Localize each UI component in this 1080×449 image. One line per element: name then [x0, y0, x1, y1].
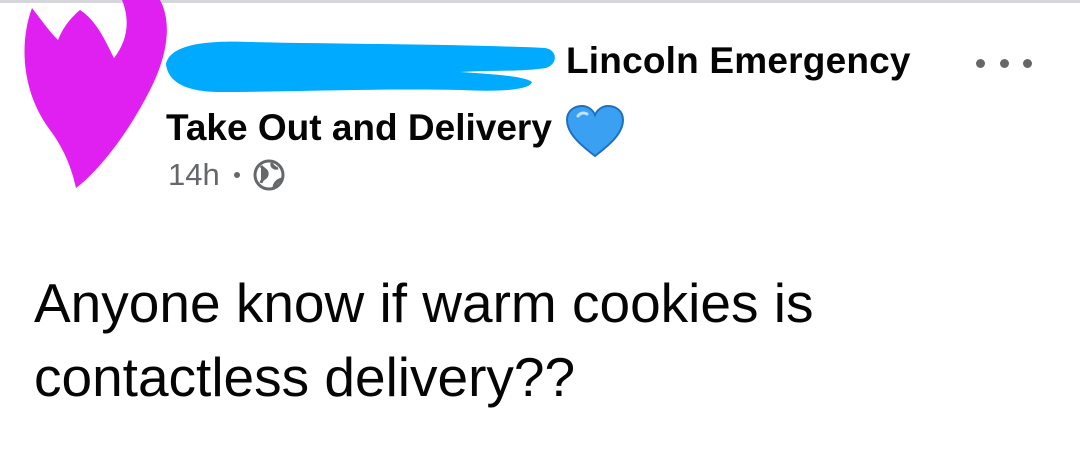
more-options-dot [1023, 58, 1032, 68]
post-text: Anyone know if warm cookies is contactle… [34, 266, 1054, 414]
group-name-line2-row: Take Out and Delivery [166, 98, 626, 158]
blue-heart-icon [565, 104, 624, 158]
group-name-line2[interactable]: Take Out and Delivery [166, 107, 552, 149]
globe-icon[interactable] [252, 158, 286, 192]
post-timestamp[interactable]: 14h [168, 157, 220, 193]
more-options-dot [999, 58, 1009, 68]
more-options-icon [976, 58, 985, 68]
post-text-line2: contactless delivery?? [34, 346, 576, 408]
meta-separator [233, 172, 240, 178]
post-text-line1: Anyone know if warm cookies is [34, 272, 814, 334]
group-name-line1[interactable]: Lincoln Emergency [566, 40, 911, 82]
post-meta: 14h [168, 157, 286, 193]
name-redaction-scribble [166, 41, 555, 92]
avatar-redaction-scribble [24, 0, 167, 188]
more-options-button[interactable] [976, 52, 1032, 74]
